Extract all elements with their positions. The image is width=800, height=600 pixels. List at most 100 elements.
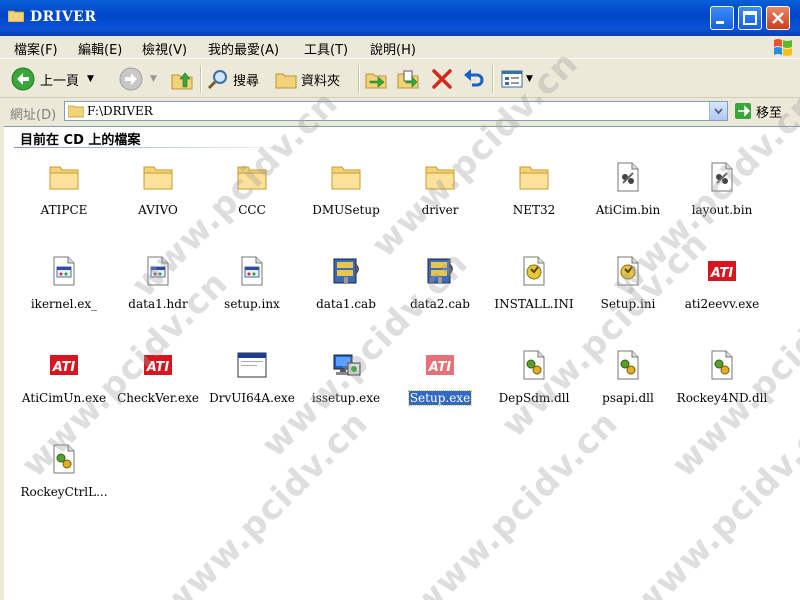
search-icon — [207, 70, 227, 90]
window-title: DRIVER — [30, 9, 97, 25]
dll-file-icon — [617, 350, 639, 380]
file-item[interactable]: ATI AtiCimUn.exe — [16, 349, 112, 429]
menu-file[interactable]: 檔案(F) — [14, 39, 58, 58]
file-label: AtiCim.bin — [595, 203, 661, 217]
svg-text:ATI: ATI — [428, 360, 452, 375]
file-item[interactable]: ATI ati2eevv.exe — [674, 255, 770, 335]
svg-text:ATI: ATI — [52, 360, 76, 375]
file-item[interactable]: DepSdm.dll — [486, 349, 582, 429]
file-label: driver — [421, 203, 459, 217]
address-field[interactable]: F:\DRIVER — [64, 101, 728, 121]
move-to-button[interactable] — [364, 65, 390, 93]
menu-edit[interactable]: 編輯(E) — [78, 39, 122, 58]
file-label: setup.inx — [224, 297, 280, 311]
svg-text:ATI: ATI — [710, 266, 734, 281]
file-item[interactable]: AtiCim.bin — [580, 161, 676, 241]
copy-to-button[interactable] — [396, 65, 422, 93]
file-label: data1.hdr — [128, 297, 188, 311]
back-dropdown-icon[interactable]: ▼ — [87, 74, 94, 84]
file-item[interactable]: RockeyCtrlL... — [16, 443, 112, 523]
setup-info-icon — [53, 256, 75, 286]
folder-icon — [425, 166, 455, 190]
file-item[interactable]: CCC — [204, 161, 300, 241]
ati-logo-icon: ATI — [426, 355, 454, 375]
watermark-text: www.pcidv.cn — [404, 403, 627, 600]
ati-logo-icon: ATI — [144, 355, 172, 375]
menu-help[interactable]: 說明(H) — [370, 39, 416, 58]
delete-button[interactable] — [430, 65, 454, 93]
file-item[interactable]: Setup.ini — [580, 255, 676, 335]
dll-file-icon — [53, 444, 75, 474]
toolbar-separator — [358, 65, 360, 93]
file-item[interactable]: data2.cab — [392, 255, 488, 335]
app-window-icon — [237, 352, 267, 378]
search-button[interactable]: 搜尋 — [206, 65, 259, 93]
go-button[interactable]: 移至 — [734, 101, 782, 121]
cab-archive-icon — [427, 258, 453, 284]
installer-icon — [333, 354, 361, 376]
back-button[interactable]: 上一頁 ▼ — [10, 65, 94, 93]
setup-info-icon — [241, 256, 263, 286]
minimize-button[interactable] — [710, 6, 734, 30]
cab-archive-icon — [333, 258, 359, 284]
file-item[interactable]: ATI CheckVer.exe — [110, 349, 206, 429]
undo-icon — [464, 69, 484, 87]
group-header: 目前在 CD 上的檔案 — [20, 133, 141, 148]
file-item[interactable]: driver — [392, 161, 488, 241]
svg-text:ATI: ATI — [146, 360, 170, 375]
maximize-button[interactable] — [738, 6, 762, 30]
folder-icon — [519, 166, 549, 190]
menu-tools[interactable]: 工具(T) — [304, 39, 348, 58]
toolbar-separator — [492, 65, 494, 93]
menu-bar: 檔案(F) 編輯(E) 檢視(V) 我的最愛(A) 工具(T) 說明(H) — [0, 36, 800, 58]
toolbar-separator — [200, 65, 202, 93]
back-label: 上一頁 — [40, 73, 80, 89]
move-to-folder-icon — [365, 73, 387, 89]
file-list-pane[interactable]: 目前在 CD 上的檔案 ATIPCE AVIVO CCC DMUSetup driver… — [4, 43, 800, 600]
file-item[interactable]: Rockey4ND.dll — [674, 349, 770, 429]
views-icon — [501, 70, 523, 88]
up-folder-button[interactable] — [170, 65, 194, 93]
title-bar[interactable]: DRIVER — [0, 0, 800, 36]
file-item[interactable]: DMUSetup — [298, 161, 394, 241]
file-item[interactable]: ATIPCE — [16, 161, 112, 241]
ini-file-icon — [617, 256, 639, 286]
go-label: 移至 — [756, 105, 783, 121]
menu-favorites[interactable]: 我的最愛(A) — [208, 39, 279, 58]
dll-file-icon — [523, 350, 545, 380]
address-value: F:\DRIVER — [87, 104, 153, 118]
file-item[interactable]: AVIVO — [110, 161, 206, 241]
address-label: 網址(D) — [10, 108, 57, 123]
file-item[interactable]: setup.inx — [204, 255, 300, 335]
file-item[interactable]: issetup.exe — [298, 349, 394, 429]
file-label: ATIPCE — [40, 203, 88, 217]
file-item[interactable]: psapi.dll — [580, 349, 676, 429]
chevron-down-icon — [714, 108, 723, 115]
file-item[interactable]: ikernel.ex_ — [16, 255, 112, 335]
search-label: 搜尋 — [233, 73, 260, 89]
file-item[interactable]: ATI Setup.exe — [392, 349, 488, 429]
file-item[interactable]: INSTALL.INI — [486, 255, 582, 335]
file-item[interactable]: NET32 — [486, 161, 582, 241]
close-button[interactable] — [766, 6, 790, 30]
views-button[interactable]: ▼ — [500, 65, 533, 93]
undo-button[interactable] — [462, 65, 486, 93]
back-arrow-icon — [11, 67, 35, 91]
ini-file-icon — [523, 256, 545, 286]
file-label: ati2eevv.exe — [684, 297, 760, 311]
bin-file-icon — [711, 162, 733, 192]
explorer-window: DRIVER 檔案(F) 編輯(E) 檢視(V) 我的最愛(A) 工具(T) 說… — [0, 0, 800, 600]
file-label: AVIVO — [138, 203, 178, 217]
forward-dropdown-icon: ▼ — [150, 74, 157, 84]
file-item[interactable]: DrvUI64A.exe — [204, 349, 300, 429]
file-item[interactable]: data1.hdr — [110, 255, 206, 335]
views-dropdown-icon[interactable]: ▼ — [526, 74, 533, 84]
file-item[interactable]: data1.cab — [298, 255, 394, 335]
forward-button[interactable]: ▼ — [118, 65, 157, 93]
file-item[interactable]: layout.bin — [674, 161, 770, 241]
address-dropdown-button[interactable] — [709, 102, 727, 120]
watermark-text: www.pcidv.cn — [624, 403, 800, 600]
folders-button[interactable]: 資料夾 — [274, 65, 340, 93]
address-bar: 網址(D) F:\DRIVER 移至 — [0, 98, 800, 126]
menu-view[interactable]: 檢視(V) — [142, 39, 187, 58]
